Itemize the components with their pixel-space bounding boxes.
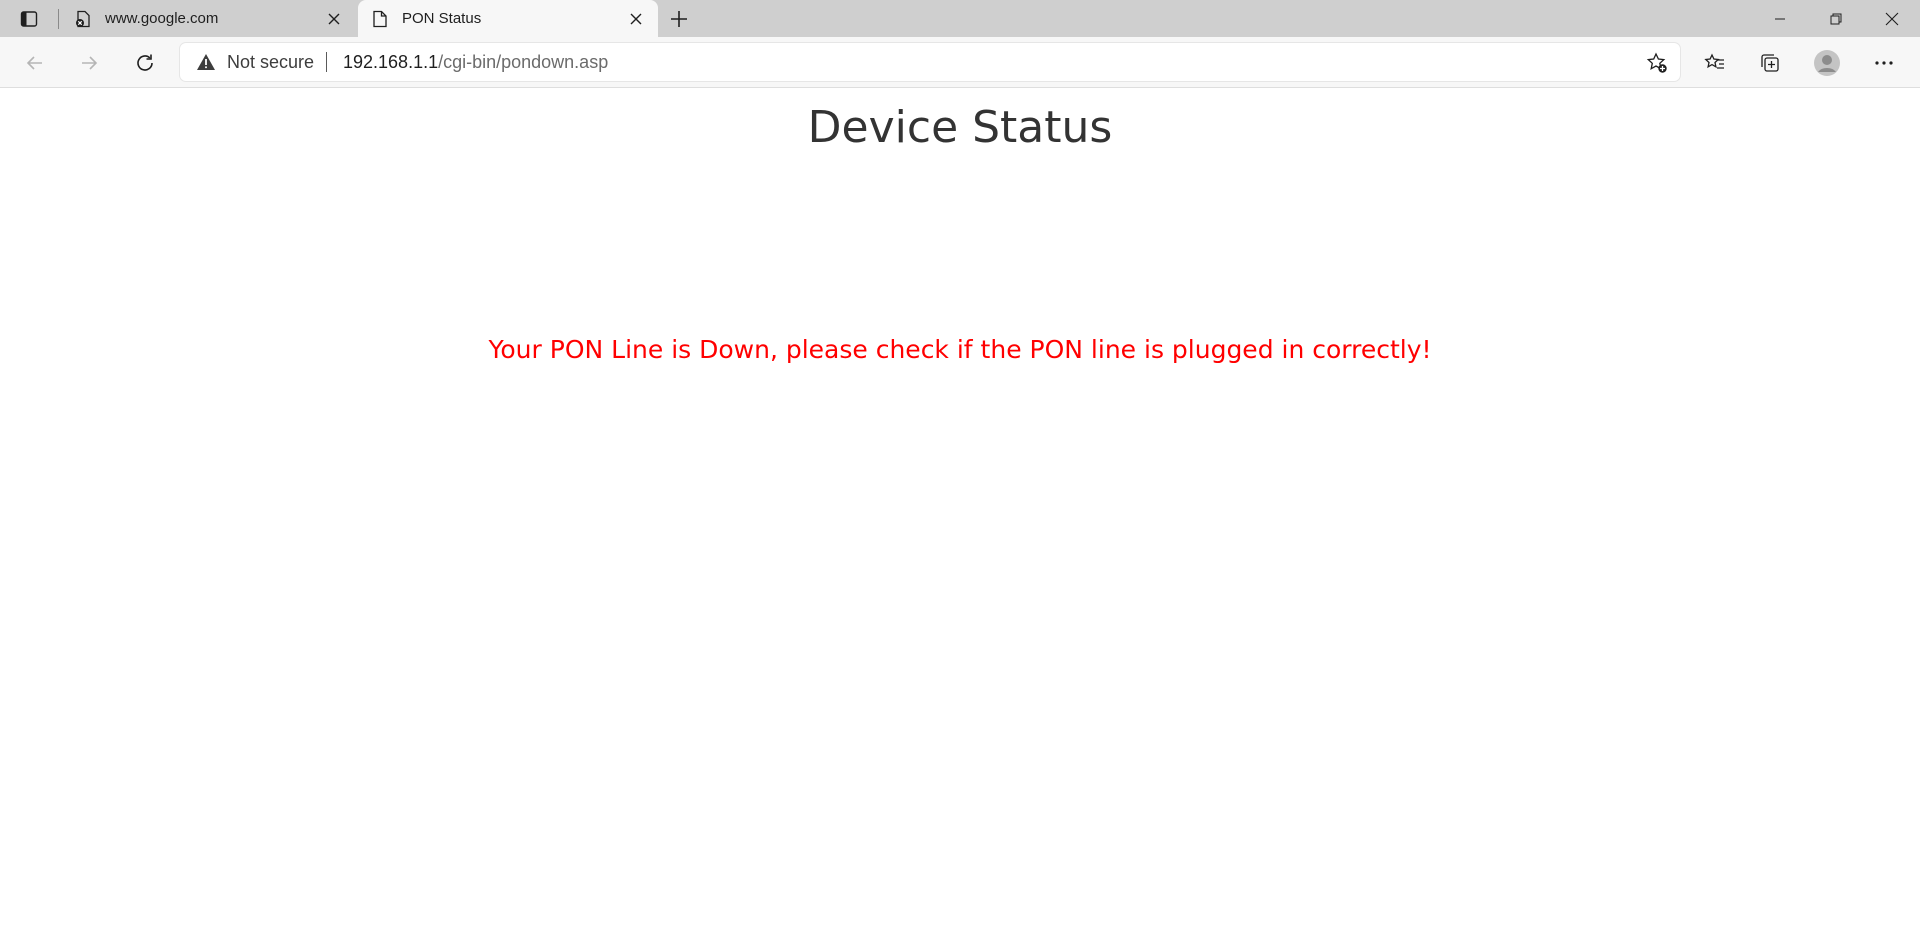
blocked-page-icon: [73, 9, 93, 29]
close-tab-icon[interactable]: [324, 9, 344, 29]
profile-avatar-icon[interactable]: [1811, 47, 1843, 79]
tab-separator: [58, 9, 59, 29]
address-bar[interactable]: Not secure 192.168.1.1/cgi-bin/pondown.a…: [180, 43, 1680, 81]
restore-icon[interactable]: [1808, 0, 1864, 37]
warning-icon[interactable]: [196, 52, 216, 72]
minimize-icon[interactable]: [1752, 0, 1808, 37]
address-divider: [326, 52, 327, 72]
browser-toolbar: Not secure 192.168.1.1/cgi-bin/pondown.a…: [0, 37, 1920, 88]
add-favorite-icon[interactable]: [1646, 52, 1668, 74]
page-icon: [370, 9, 390, 29]
url-text[interactable]: 192.168.1.1/cgi-bin/pondown.asp: [343, 43, 608, 81]
url-host: 192.168.1.1: [343, 52, 439, 72]
tab-google[interactable]: www.google.com: [61, 0, 356, 37]
new-tab-icon[interactable]: [665, 7, 693, 31]
back-icon[interactable]: [19, 47, 51, 79]
page-content: Device Status Your PON Line is Down, ple…: [0, 88, 1920, 934]
tab-actions-icon[interactable]: [14, 7, 44, 31]
url-path: /cgi-bin/pondown.asp: [438, 52, 609, 72]
close-tab-icon[interactable]: [626, 9, 646, 29]
tab-title: PON Status: [402, 10, 482, 27]
close-window-icon[interactable]: [1864, 0, 1920, 37]
pon-down-message: Your PON Line is Down, please check if t…: [488, 335, 1432, 364]
window-controls: [1752, 0, 1920, 37]
collections-icon[interactable]: [1754, 47, 1786, 79]
page-title: Device Status: [807, 102, 1113, 153]
favorites-icon[interactable]: [1699, 47, 1731, 79]
security-label[interactable]: Not secure: [227, 43, 314, 81]
tab-strip: www.google.com PON Status: [0, 0, 1920, 37]
refresh-icon[interactable]: [129, 47, 161, 79]
more-options-icon[interactable]: [1868, 47, 1900, 79]
tab-pon-status[interactable]: PON Status: [358, 0, 658, 37]
tab-title: www.google.com: [105, 10, 219, 27]
forward-icon[interactable]: [73, 47, 105, 79]
